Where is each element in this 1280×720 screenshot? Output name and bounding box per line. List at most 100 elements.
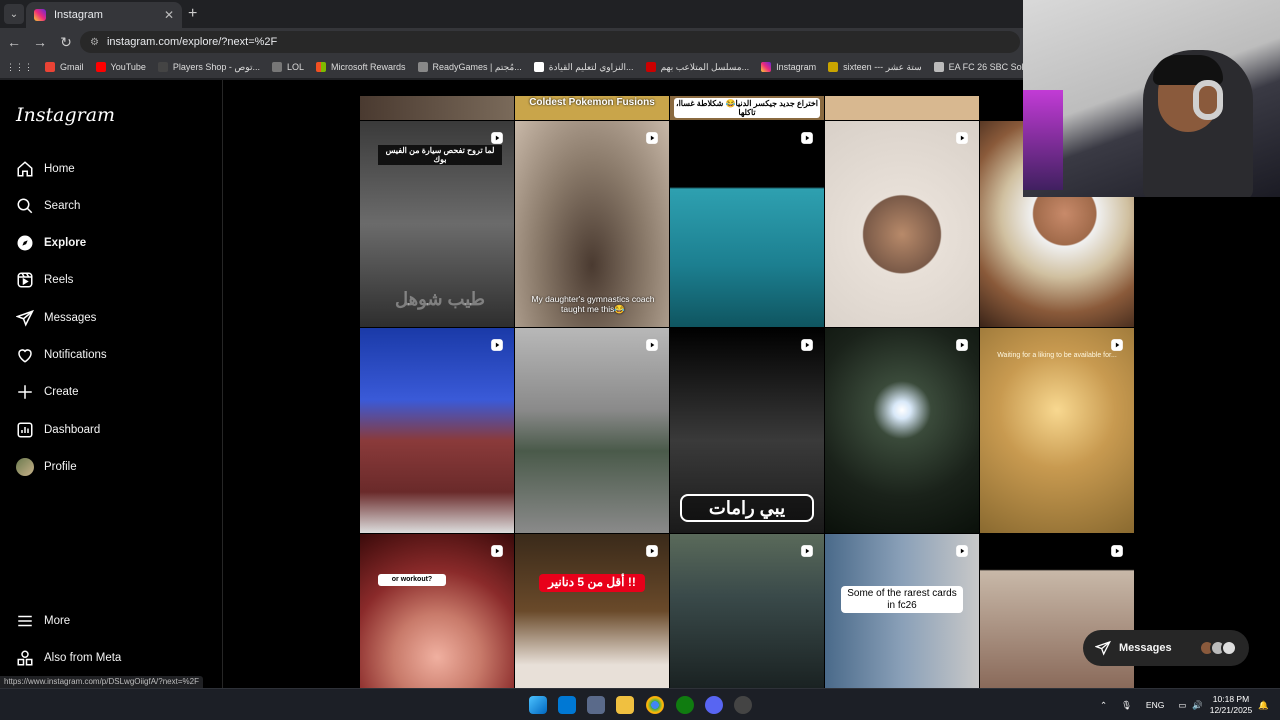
instagram-logo[interactable]: Instagram (16, 104, 115, 126)
post-caption: Coldest Pokemon Fusions (529, 97, 655, 108)
bookmark-gmail[interactable]: Gmail (45, 62, 84, 72)
post-caption: يبي رامات (680, 494, 814, 522)
bookmark-readygames[interactable]: ReadyGames | مُجتم... (417, 62, 522, 73)
forward-icon[interactable]: → (28, 30, 52, 54)
post-caption: لما تروح تفحص سيارة من الفيس بوك (378, 145, 502, 166)
messenger-icon (16, 309, 34, 327)
sidebar-item-more[interactable]: More (16, 609, 70, 633)
reels-icon (956, 132, 968, 144)
sidebar-item-profile[interactable]: Profile (16, 455, 77, 479)
explore-post[interactable] (360, 96, 514, 120)
back-icon[interactable]: ← (2, 30, 26, 54)
bookmark-icon (933, 62, 944, 72)
start-icon[interactable] (529, 696, 547, 714)
reels-icon (491, 339, 503, 351)
explore-post[interactable]: اختراع جديد جيكسر الدنيا😂 شكلاطة غساا، ت… (670, 96, 824, 120)
explore-post[interactable]: Some of the rarest cards in fc26 (825, 534, 979, 688)
chrome-icon[interactable] (646, 696, 664, 714)
bookmark-microsoft-rewards[interactable]: Microsoft Rewards (316, 62, 406, 72)
compass-icon (17, 235, 33, 251)
notification-icon[interactable]: 🔔 (1258, 689, 1269, 720)
clock-date: 12/21/2025 (1209, 705, 1253, 715)
reels-icon (17, 272, 33, 288)
bookmark-icon (828, 62, 839, 72)
explore-post[interactable] (360, 328, 514, 533)
messages-pill[interactable]: Messages (1083, 630, 1249, 666)
app-icon[interactable] (734, 696, 752, 714)
new-tab-button[interactable]: + (188, 5, 197, 23)
explore-post[interactable] (670, 121, 824, 327)
tab-search-button[interactable]: ⌄ (4, 4, 24, 24)
close-tab-icon[interactable]: ✕ (164, 8, 174, 22)
instagram-sidebar: Instagram Home Search Explore Reels Mess… (0, 80, 223, 688)
outlook-icon[interactable] (558, 696, 576, 714)
apps-icon[interactable]: ⋮⋮⋮ (6, 62, 33, 73)
reload-icon[interactable]: ↻ (54, 30, 78, 54)
explore-post[interactable] (825, 96, 979, 120)
explore-post[interactable]: or workout? (360, 534, 514, 688)
sidebar-item-reels[interactable]: Reels (16, 268, 73, 292)
sidebar-item-dashboard[interactable]: Dashboard (16, 418, 100, 442)
bookmark-instagram[interactable]: Instagram (761, 62, 816, 72)
explore-post[interactable] (670, 534, 824, 688)
avatar (1221, 640, 1237, 656)
search-icon (17, 198, 33, 214)
youtube-icon (95, 62, 106, 72)
network-icon[interactable]: ▭ (1178, 700, 1186, 711)
url-text: instagram.com/explore/?next=%2F (106, 36, 278, 48)
volume-icon[interactable]: 🔊 (1192, 700, 1203, 711)
explore-post[interactable]: أقل من 5 دنانير !! (515, 534, 669, 688)
discord-icon[interactable] (705, 696, 723, 714)
reels-icon (491, 545, 503, 557)
post-caption: My daughter's gymnastics coach taught me… (531, 294, 655, 314)
status-url: https://www.instagram.com/p/DSLwgOiigfA/… (0, 676, 203, 688)
webcam-overlay (1023, 0, 1280, 197)
reels-icon (646, 339, 658, 351)
explore-post[interactable] (825, 121, 979, 327)
bookmark-sixteen[interactable]: sixteen --- ستة عشر (828, 62, 922, 73)
heart-icon (18, 349, 32, 363)
bookmark-players-shop[interactable]: Players Shop - توص... (157, 62, 260, 73)
globe-icon (271, 62, 282, 72)
xbox-icon[interactable] (676, 696, 694, 714)
sidebar-item-explore[interactable]: Explore (16, 231, 86, 255)
sidebar-item-notifications[interactable]: Notifications (16, 343, 107, 367)
file-explorer-icon[interactable] (616, 696, 634, 714)
bookmark-youtube[interactable]: YouTube (95, 62, 146, 72)
bookmark-icon (157, 62, 168, 72)
instagram-icon (761, 62, 772, 72)
windows-taskbar: ⌃ 🎙 ENG ▭ 🔊 10:18 PM 12/21/2025 🔔 (0, 688, 1280, 720)
sidebar-item-also-from-meta[interactable]: Also from Meta (16, 646, 121, 670)
clock-time: 10:18 PM (1212, 694, 1250, 704)
explore-post[interactable]: Coldest Pokemon Fusions (515, 96, 669, 120)
instagram-favicon-icon (34, 9, 46, 21)
explore-post[interactable]: لما تروح تفحص سيارة من الفيس بوك طيب شوه… (360, 121, 514, 327)
explore-post[interactable] (825, 328, 979, 533)
microphone-icon[interactable]: 🎙 (1121, 700, 1132, 711)
clock[interactable]: 10:18 PM 12/21/2025 (1206, 694, 1256, 716)
reels-icon (801, 545, 813, 557)
sidebar-item-home[interactable]: Home (16, 157, 75, 181)
bookmark-series[interactable]: مسلسل المتلاعب بهم... (645, 62, 749, 73)
chevron-up-icon[interactable]: ⌃ (1100, 700, 1107, 711)
dashboard-icon (17, 422, 33, 438)
menu-icon (18, 615, 32, 627)
site-info-icon[interactable]: ⚙ (90, 37, 99, 48)
store-icon[interactable] (587, 696, 605, 714)
browser-tab[interactable]: Instagram ✕ (26, 2, 182, 28)
language-indicator[interactable]: ENG (1146, 700, 1164, 710)
post-caption: اختراع جديد جيكسر الدنيا😂 شكلاطة غساا، ت… (674, 98, 820, 119)
sidebar-item-search[interactable]: Search (16, 194, 80, 218)
tab-title: Instagram (54, 9, 103, 21)
bookmark-lol[interactable]: LOL (271, 62, 304, 72)
explore-post[interactable]: Waiting for a liking to be available for… (980, 328, 1134, 533)
bookmark-driving[interactable]: النزاوي لتعليم القيادة... (533, 62, 634, 73)
explore-post[interactable] (515, 328, 669, 533)
bookmark-icon (645, 62, 656, 72)
reels-icon (491, 132, 503, 144)
address-bar[interactable]: ⚙ instagram.com/explore/?next=%2F (80, 31, 1020, 53)
explore-post[interactable]: My daughter's gymnastics coach taught me… (515, 121, 669, 327)
sidebar-item-create[interactable]: Create (16, 380, 79, 404)
sidebar-item-messages[interactable]: Messages (16, 306, 96, 330)
explore-post[interactable]: يبي رامات (670, 328, 824, 533)
